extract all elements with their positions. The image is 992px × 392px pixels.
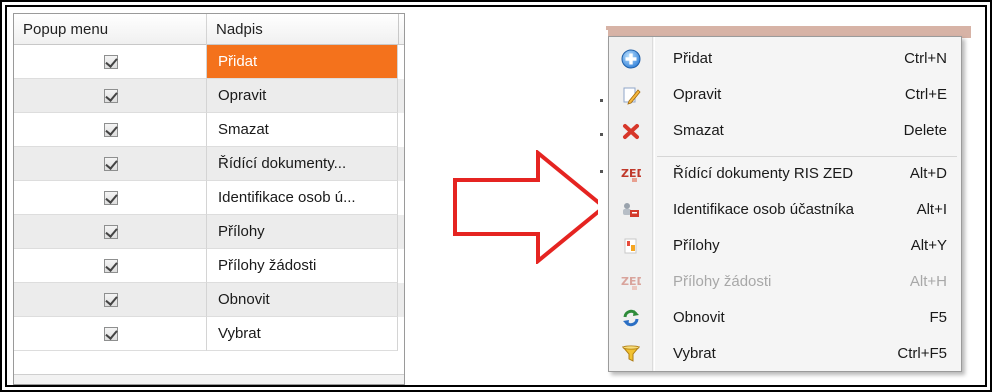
- menu-item-vybrat[interactable]: Vybrat Ctrl+F5: [609, 336, 961, 372]
- column-header-popup-menu[interactable]: Popup menu: [14, 14, 207, 45]
- check-cell: [14, 113, 207, 147]
- row-label[interactable]: Přílohy: [207, 215, 398, 249]
- context-menu: Přidat Ctrl+N Opravit Ctrl+E Smazat Dele…: [608, 36, 962, 372]
- menu-item-label: Opravit: [673, 86, 722, 103]
- menu-item-label: Smazat: [673, 122, 724, 139]
- menu-item-identifikace-osob[interactable]: Identifikace osob účastníka Alt+I: [609, 192, 961, 228]
- check-cell: [14, 249, 207, 283]
- row-label[interactable]: Obnovit: [207, 283, 398, 317]
- table-row[interactable]: Řídící dokumenty...: [14, 147, 404, 181]
- menu-item-shortcut: Alt+H: [909, 273, 947, 290]
- check-cell: [14, 79, 207, 113]
- right-arrow-icon: [453, 150, 608, 264]
- row-label[interactable]: Identifikace osob ú...: [207, 181, 398, 215]
- menu-item-obnovit[interactable]: Obnovit F5: [609, 300, 961, 336]
- table-row[interactable]: Přílohy: [14, 215, 404, 249]
- table-row[interactable]: Přílohy žádosti: [14, 249, 404, 283]
- menu-item-shortcut: Alt+D: [909, 165, 947, 182]
- row-label[interactable]: Smazat: [207, 113, 398, 147]
- check-cell: [14, 215, 207, 249]
- menu-item-prilohy[interactable]: Přílohy Alt+Y: [609, 228, 961, 264]
- table-row[interactable]: Identifikace osob ú...: [14, 181, 404, 215]
- menu-item-shortcut: Delete: [903, 122, 947, 139]
- pencil-icon: [623, 87, 641, 105]
- background-window-edge: [598, 30, 608, 370]
- menu-item-shortcut: Ctrl+N: [904, 50, 947, 67]
- menu-item-label: Obnovit: [673, 309, 725, 326]
- filter-funnel-icon: [621, 345, 641, 362]
- zed-icon: ZED: [621, 167, 641, 182]
- svg-text:ZED: ZED: [621, 275, 641, 288]
- background-marker: [600, 99, 603, 102]
- popup-checkbox[interactable]: [104, 191, 118, 205]
- menu-item-shortcut: Alt+I: [916, 201, 947, 218]
- table-row[interactable]: Smazat: [14, 113, 404, 147]
- check-cell: [14, 317, 207, 351]
- menu-item-pridat[interactable]: Přidat Ctrl+N: [609, 41, 961, 77]
- menu-item-prilohy-zadosti[interactable]: ZED Přílohy žádosti Alt+H: [609, 264, 961, 300]
- menu-item-label: Identifikace osob účastníka: [673, 201, 854, 218]
- menu-item-label: Řídící dokumenty RIS ZED: [673, 165, 854, 182]
- menu-item-smazat[interactable]: Smazat Delete: [609, 113, 961, 149]
- menu-item-label: Přílohy žádosti: [673, 273, 772, 290]
- popup-checkbox[interactable]: [104, 123, 118, 137]
- row-label[interactable]: Opravit: [207, 79, 398, 113]
- menu-item-shortcut: Ctrl+F5: [897, 345, 947, 362]
- column-separator: [398, 14, 399, 45]
- table-row[interactable]: Obnovit: [14, 283, 404, 317]
- popup-menu-config-grid: Popup menu Nadpis Přidat Opravit Smazat …: [13, 13, 405, 385]
- background-marker: [600, 170, 603, 173]
- table-row[interactable]: Opravit: [14, 79, 404, 113]
- check-cell: [14, 45, 207, 79]
- menu-item-shortcut: Alt+Y: [910, 237, 947, 254]
- popup-checkbox[interactable]: [104, 259, 118, 273]
- menu-item-shortcut: Ctrl+E: [904, 86, 947, 103]
- row-label[interactable]: Vybrat: [207, 317, 398, 351]
- table-row[interactable]: Vybrat: [14, 317, 404, 351]
- popup-checkbox[interactable]: [104, 225, 118, 239]
- delete-x-icon: [623, 124, 639, 139]
- menu-item-label: Přidat: [673, 50, 713, 67]
- background-marker: [600, 133, 603, 136]
- grid-horizontal-scrollbar[interactable]: [14, 374, 404, 384]
- table-row[interactable]: Přidat: [14, 45, 404, 79]
- check-cell: [14, 147, 207, 181]
- svg-text:ZED: ZED: [621, 167, 641, 180]
- menu-item-label: Vybrat: [673, 345, 716, 362]
- popup-checkbox[interactable]: [104, 327, 118, 341]
- check-cell: [14, 283, 207, 317]
- row-label[interactable]: Řídící dokumenty...: [207, 147, 398, 181]
- persons-id-icon: [623, 203, 639, 217]
- refresh-icon: [623, 309, 639, 327]
- check-cell: [14, 181, 207, 215]
- zed-icon: ZED: [621, 275, 641, 290]
- row-label[interactable]: Přidat: [207, 45, 398, 79]
- row-label[interactable]: Přílohy žádosti: [207, 249, 398, 283]
- plus-circle-icon: [621, 49, 641, 69]
- menu-item-label: Přílohy: [673, 237, 720, 254]
- popup-checkbox[interactable]: [104, 293, 118, 307]
- column-header-nadpis[interactable]: Nadpis: [207, 14, 404, 45]
- attachment-icon: [624, 238, 637, 254]
- popup-checkbox[interactable]: [104, 157, 118, 171]
- menu-item-ridici-dokumenty[interactable]: ZED Řídící dokumenty RIS ZED Alt+D: [609, 156, 961, 192]
- menu-item-opravit[interactable]: Opravit Ctrl+E: [609, 77, 961, 113]
- popup-checkbox[interactable]: [104, 55, 118, 69]
- menu-item-shortcut: F5: [929, 309, 947, 326]
- grid-header: Popup menu Nadpis: [14, 14, 404, 45]
- popup-checkbox[interactable]: [104, 89, 118, 103]
